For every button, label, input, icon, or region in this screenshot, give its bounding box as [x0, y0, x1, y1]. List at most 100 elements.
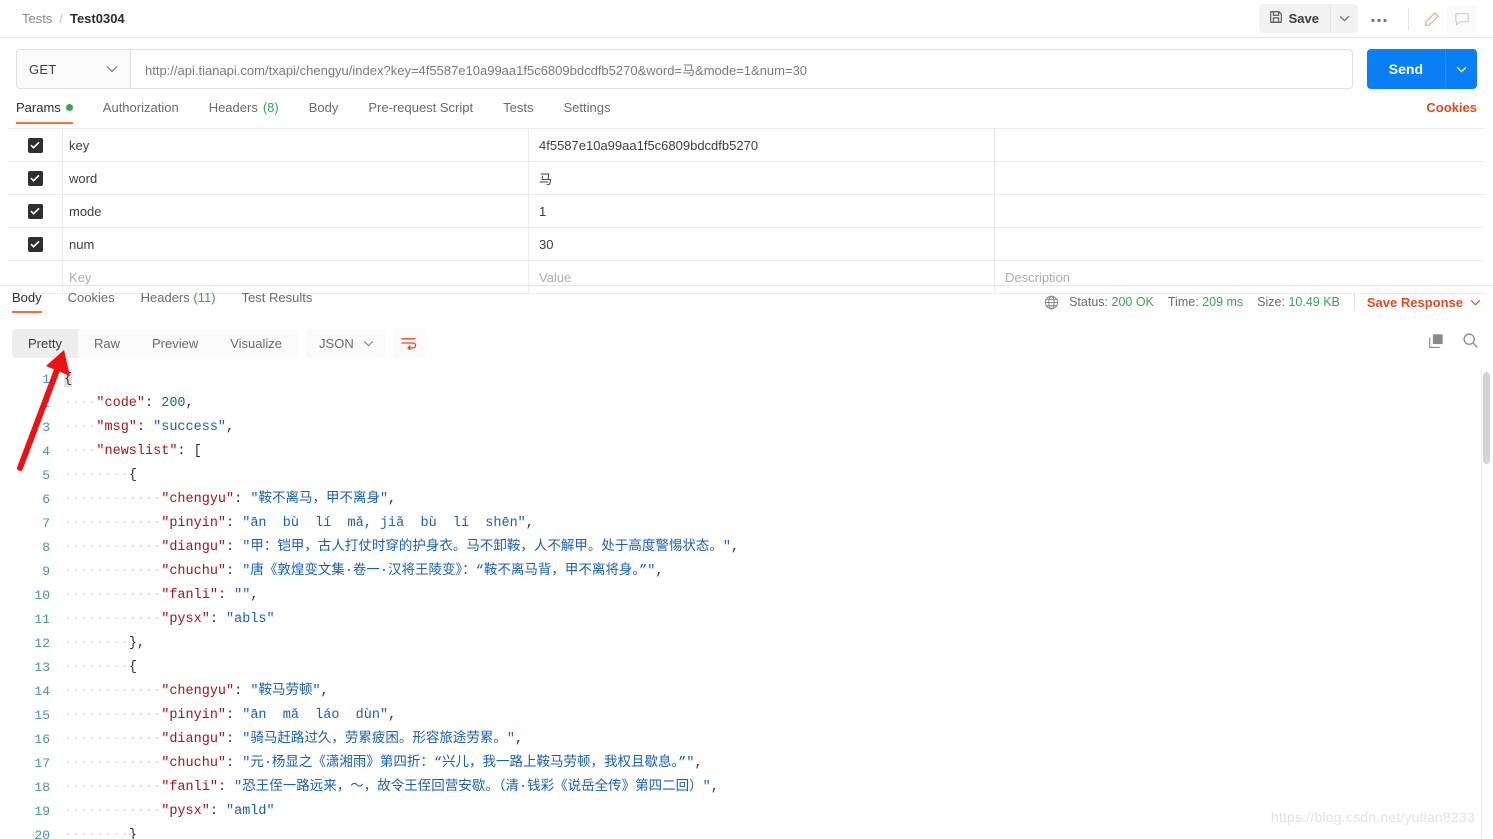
comments-button[interactable]: [1447, 4, 1477, 33]
param-key-cell-empty[interactable]: Key: [62, 260, 528, 294]
indent-guide: ····: [64, 444, 97, 459]
code-line-content: ············"diangu": "骑马赶路过久，劳累疲困。形容旅途劳…: [62, 728, 1493, 752]
response-tab-cookies[interactable]: Cookies: [68, 290, 115, 313]
param-enabled-checkbox[interactable]: [8, 236, 62, 252]
param-value-cell[interactable]: 30: [528, 227, 994, 261]
cookies-link[interactable]: Cookies: [1426, 100, 1477, 124]
watermark: https://blog.csdn.net/yutian8233: [1270, 809, 1475, 825]
send-button[interactable]: Send: [1366, 49, 1445, 89]
param-description-cell[interactable]: [994, 227, 1485, 261]
checkbox-checked-icon[interactable]: [27, 203, 43, 219]
search-button[interactable]: [1462, 332, 1479, 352]
line-number: 20: [34, 828, 50, 839]
send-options-caret[interactable]: [1445, 49, 1477, 89]
checkbox-checked-icon[interactable]: [27, 236, 43, 252]
request-url-input[interactable]: [130, 49, 1353, 89]
breadcrumb-root[interactable]: Tests: [22, 11, 52, 26]
param-key-cell[interactable]: mode: [62, 194, 528, 228]
view-preview-button[interactable]: Preview: [136, 329, 214, 358]
param-description-cell[interactable]: [994, 128, 1485, 162]
response-scrollbar[interactable]: [1482, 370, 1491, 836]
code-token: "甲：铠甲，古人打仗时穿的护身衣。马不卸鞍，人不解甲。处于高度警惕状态。": [242, 540, 731, 555]
tab-pre-request-script[interactable]: Pre-request Script: [368, 100, 473, 124]
top-bar: Tests / Test0304 Save: [0, 0, 1493, 38]
save-options-caret[interactable]: [1330, 4, 1358, 33]
indent-guide: ····: [64, 636, 97, 651]
line-number: 9: [42, 564, 50, 579]
param-value-cell[interactable]: 4f5587e10a99aa1f5c6809bdcdfb5270: [528, 128, 994, 162]
param-value-text: 4f5587e10a99aa1f5c6809bdcdfb5270: [539, 137, 759, 153]
code-token: ,: [388, 708, 397, 723]
code-line: 14 ············"chengyu": "鞍马劳顿",: [0, 680, 1493, 704]
response-tab-test-results[interactable]: Test Results: [242, 290, 313, 313]
save-button[interactable]: Save: [1258, 4, 1330, 33]
copy-button[interactable]: [1428, 333, 1444, 352]
response-body-code[interactable]: 1{2 ····"code": 200, 3 ····"msg": "success"…: [0, 368, 1493, 839]
code-token: "pinyin": [161, 708, 227, 723]
indent-guide: ····: [128, 684, 162, 699]
line-number: 2: [42, 396, 50, 411]
response-tab-headers[interactable]: Headers (11): [141, 290, 216, 313]
response-language-select[interactable]: JSON: [306, 328, 385, 358]
code-line: 11 ············"pysx": "abls": [0, 608, 1493, 632]
table-row[interactable]: word 马: [8, 161, 1485, 195]
param-key-cell[interactable]: key: [62, 128, 528, 162]
chevron-down-icon: [1339, 15, 1350, 22]
indent-guide: ····: [64, 492, 97, 507]
code-line-content: ············"chengyu": "鞍不离马，甲不离身",: [62, 488, 1493, 512]
code-line-content: ····"code": 200,: [62, 392, 1493, 416]
code-token: "元·杨显之《潇湘雨》第四折：“兴儿，我一路上鞍马劳顿，我权且歇息。”": [242, 756, 695, 771]
table-row[interactable]: num 30: [8, 227, 1485, 261]
response-tab-body[interactable]: Body: [12, 290, 42, 313]
param-description-cell-empty[interactable]: Description: [994, 260, 1485, 294]
breadcrumb-current[interactable]: Test0304: [70, 11, 125, 26]
param-enabled-checkbox[interactable]: [8, 137, 62, 153]
table-row[interactable]: mode 1: [8, 194, 1485, 228]
pencil-icon: [1424, 11, 1439, 26]
response-scrollbar-thumb[interactable]: [1483, 372, 1490, 464]
code-token: :: [209, 804, 227, 819]
http-method-select[interactable]: GET: [16, 49, 130, 89]
edit-request-button[interactable]: [1417, 4, 1447, 33]
save-response-button[interactable]: Save Response: [1367, 295, 1463, 310]
breadcrumb-separator: /: [59, 11, 63, 26]
param-value-cell-empty[interactable]: Value: [528, 260, 994, 294]
code-line: 12 ········},: [0, 632, 1493, 656]
param-description-cell[interactable]: [994, 161, 1485, 195]
tab-headers-label: Headers: [208, 100, 258, 115]
send-group: Send: [1366, 49, 1477, 89]
param-key-text: word: [69, 170, 98, 186]
save-response-caret[interactable]: [1470, 299, 1481, 306]
tab-body[interactable]: Body: [309, 100, 339, 124]
code-token: "chuchu": [161, 564, 227, 579]
view-visualize-button[interactable]: Visualize: [214, 329, 298, 358]
more-options-button[interactable]: [1358, 6, 1400, 31]
checkbox-checked-icon[interactable]: [27, 170, 43, 186]
line-number: 8: [42, 540, 50, 555]
tab-headers-count: (8): [262, 100, 279, 115]
tab-pre-request-script-label: Pre-request Script: [368, 100, 474, 115]
indent-guide: ····: [64, 660, 97, 675]
code-token: "恐王侄一路远来，～，故令王侄回营安歇。（清·钱彩《说岳全传》第四二回）": [234, 780, 711, 795]
time-label: Time: 209 ms: [1168, 295, 1243, 309]
tab-tests[interactable]: Tests: [503, 100, 533, 124]
tab-authorization[interactable]: Authorization: [103, 100, 179, 124]
param-key-cell[interactable]: word: [62, 161, 528, 195]
view-raw-button[interactable]: Raw: [78, 329, 136, 358]
param-value-cell[interactable]: 1: [528, 194, 994, 228]
word-wrap-toggle[interactable]: [392, 328, 425, 358]
param-enabled-checkbox[interactable]: [8, 170, 62, 186]
view-pretty-button[interactable]: Pretty: [12, 328, 78, 358]
param-enabled-checkbox[interactable]: [8, 203, 62, 219]
tab-params[interactable]: Params: [16, 100, 73, 124]
checkbox-checked-icon[interactable]: [27, 137, 43, 153]
tab-headers[interactable]: Headers (8): [209, 100, 279, 124]
code-line-content: ············"chuchu": "元·杨显之《潇湘雨》第四折：“兴儿…: [62, 752, 1493, 776]
param-description-cell[interactable]: [994, 194, 1485, 228]
param-value-cell[interactable]: 马: [528, 161, 994, 195]
tab-settings[interactable]: Settings: [563, 100, 610, 124]
code-token: {: [64, 372, 73, 387]
code-token: "pinyin": [161, 516, 227, 531]
table-row[interactable]: key 4f5587e10a99aa1f5c6809bdcdfb5270: [8, 128, 1485, 162]
param-key-cell[interactable]: num: [62, 227, 528, 261]
